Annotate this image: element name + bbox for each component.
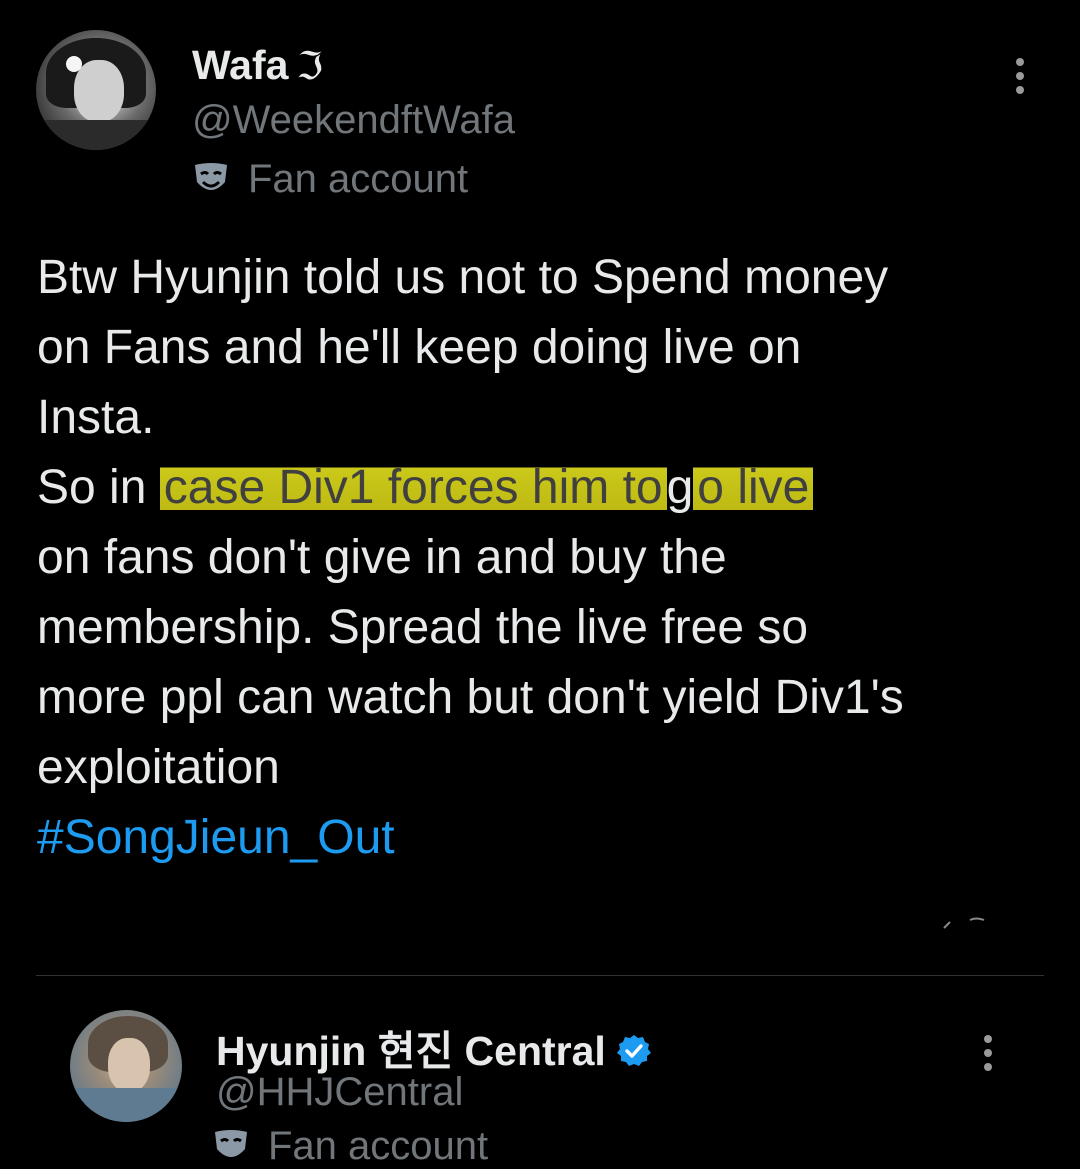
- tweet-line: membership. Spread the live free so: [37, 601, 809, 654]
- author-handle[interactable]: @WeekendftWafa: [192, 98, 515, 143]
- divider: [36, 975, 1044, 976]
- verified-badge-icon: [616, 1035, 651, 1066]
- tweet-line-prefix: So in: [37, 461, 160, 514]
- tweet-line-highlighted: So in case Div1 forces him togo live: [37, 453, 1057, 523]
- reply-author-handle[interactable]: @HHJCentral: [216, 1070, 463, 1115]
- more-vertical-icon[interactable]: [983, 1035, 993, 1075]
- author-name[interactable]: Wafa ℑ: [192, 42, 323, 89]
- tweet-line: on Fans and he'll keep doing live on: [37, 321, 802, 374]
- account-label: Fan account: [192, 157, 468, 202]
- account-label-text: Fan account: [248, 157, 469, 201]
- tweet-line: Insta.: [37, 391, 155, 444]
- author-avatar[interactable]: [36, 30, 156, 150]
- tweet-line: more ppl can watch but don't yield Div1'…: [37, 671, 904, 724]
- tweet-line: Btw Hyunjin told us not to Spend money: [37, 251, 889, 304]
- reply-author-name[interactable]: Hyunjin 현진 Central: [216, 1017, 652, 1077]
- reply-author-name-text[interactable]: Hyunjin 현진 Central: [216, 1028, 606, 1074]
- tweet-line-mid: g: [666, 461, 694, 514]
- author-name-emoji: ℑ: [296, 44, 323, 88]
- reply-author-avatar[interactable]: [70, 1010, 182, 1122]
- decorative-mark: [943, 917, 985, 929]
- tweet-line: on fans don't give in and buy the: [37, 531, 727, 584]
- hashtag-link[interactable]: #SongJieun_Out: [37, 803, 1057, 873]
- author-name-text[interactable]: Wafa: [192, 42, 288, 88]
- highlighted-text: o live: [693, 461, 814, 514]
- theater-mask-icon: [215, 1129, 247, 1157]
- reply-account-label-text: Fan account: [268, 1124, 489, 1168]
- theater-mask-icon: [195, 162, 227, 190]
- highlighted-text: case Div1 forces him to: [159, 461, 667, 514]
- more-vertical-icon[interactable]: [1015, 58, 1025, 98]
- tweet-line: exploitation: [37, 741, 280, 794]
- reply-account-label: Fan account: [212, 1124, 488, 1169]
- tweet-text: Btw Hyunjin told us not to Spend money o…: [37, 243, 1057, 873]
